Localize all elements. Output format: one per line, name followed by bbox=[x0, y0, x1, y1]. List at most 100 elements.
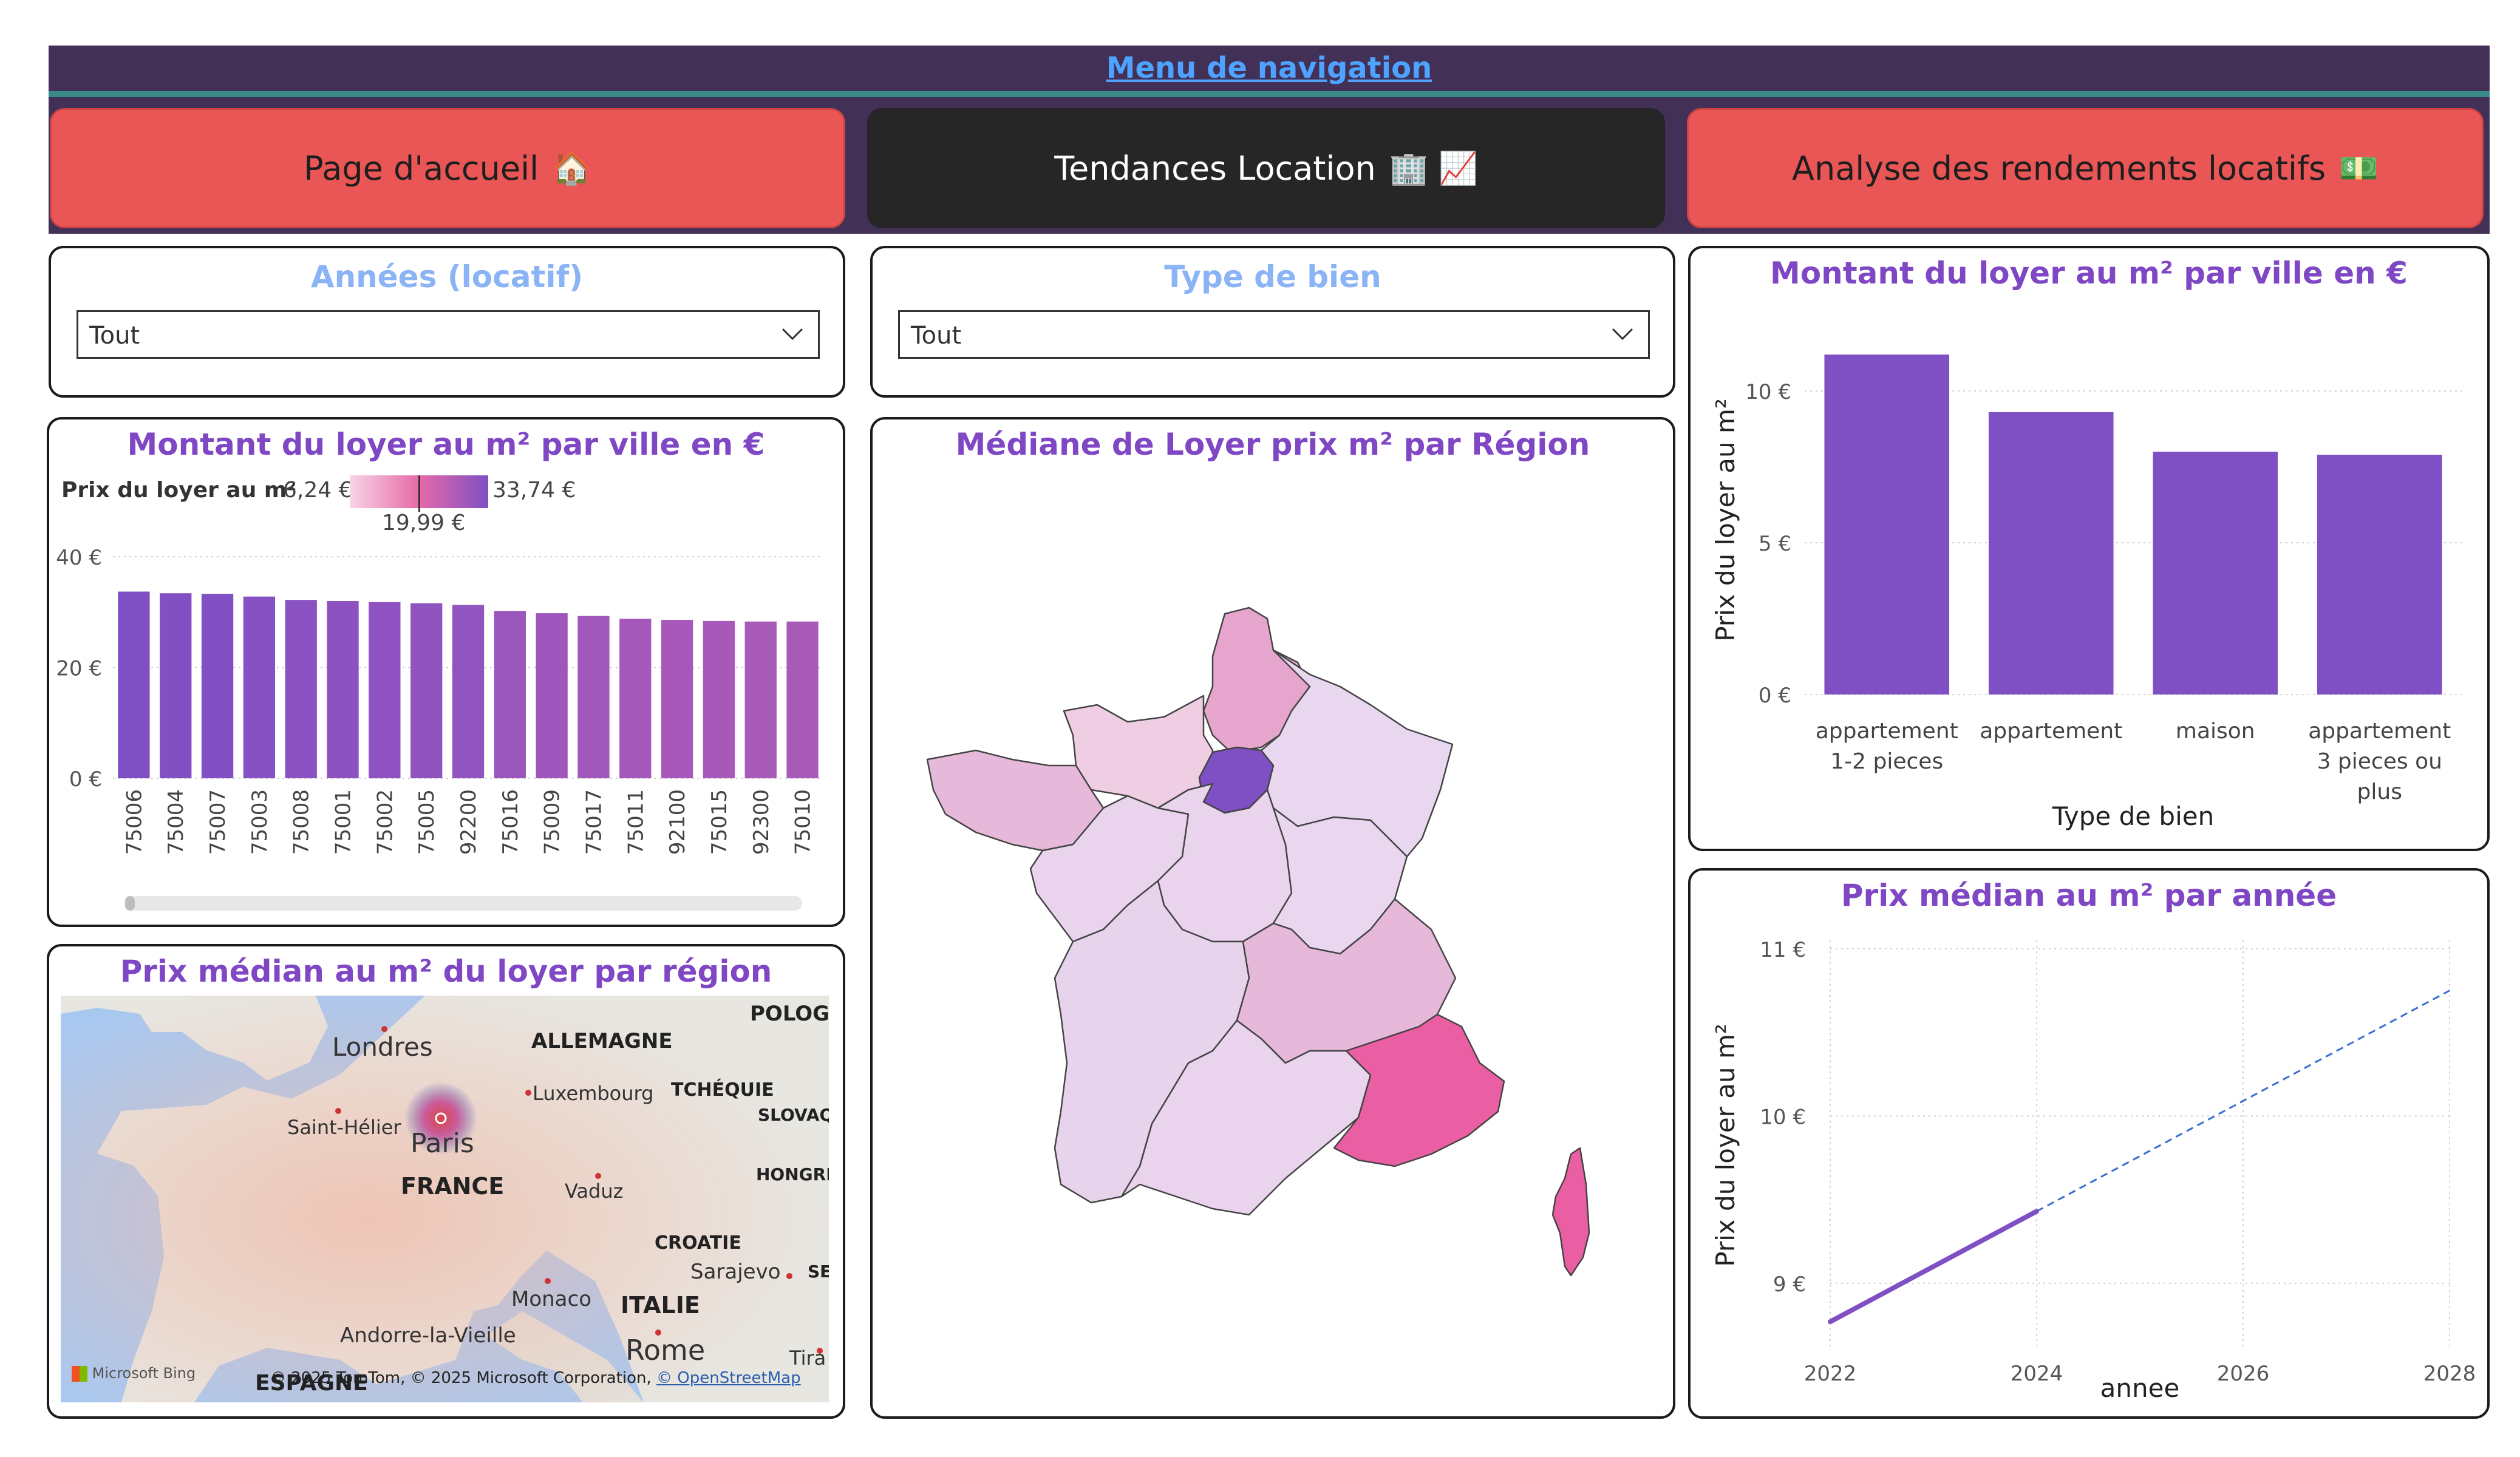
region-corse[interactable] bbox=[1551, 1147, 1590, 1277]
x-tick-label: 75002 bbox=[373, 789, 397, 855]
bar-75002[interactable] bbox=[369, 602, 401, 778]
y-tick-label: 10 € bbox=[1760, 1105, 1806, 1129]
bar-75017[interactable] bbox=[577, 616, 610, 778]
property-type-slicer: Type de bien Tout bbox=[870, 246, 1675, 398]
y-axis-title: Prix du loyer au m² bbox=[1711, 1024, 1740, 1267]
type-rent-chart-card: Montant du loyer au m² par ville en € 10… bbox=[1688, 246, 2490, 851]
x-tick-label: plus bbox=[2357, 779, 2402, 804]
scrollbar-thumb[interactable] bbox=[125, 896, 135, 911]
bing-map[interactable]: Londres ALLEMAGNE POLOGI Luxembourg TCHÉ… bbox=[61, 996, 829, 1402]
y-tick-label: 9 € bbox=[1773, 1272, 1806, 1297]
map-label: ITALIE bbox=[621, 1292, 700, 1319]
nav-title-link[interactable]: Menu de navigation bbox=[49, 46, 2490, 91]
bar-75011[interactable] bbox=[619, 619, 652, 778]
x-tick-label: 75015 bbox=[707, 789, 732, 855]
x-tick-label: 75017 bbox=[582, 789, 606, 855]
years-slicer: Années (locatif) Tout bbox=[49, 246, 845, 398]
x-tick-label: 75006 bbox=[122, 789, 146, 855]
map-label: CROATIE bbox=[655, 1232, 741, 1254]
x-tick-label: 75011 bbox=[624, 789, 648, 855]
home-page-button[interactable]: Page d'accueil 🏠 bbox=[50, 108, 845, 228]
nav-divider bbox=[49, 91, 2490, 97]
openstreetmap-link[interactable]: © OpenStreetMap bbox=[656, 1369, 801, 1387]
banknote-icon: 💵 bbox=[2339, 150, 2379, 187]
bar-75008[interactable] bbox=[285, 600, 317, 778]
type-dropdown[interactable]: Tout bbox=[898, 310, 1650, 359]
map-label: SLOVAQ bbox=[758, 1105, 829, 1125]
y-axis-title: Prix du loyer au m² bbox=[1711, 398, 1740, 642]
x-tick-label: 92200 bbox=[457, 789, 481, 855]
y-tick-label: 11 € bbox=[1760, 938, 1806, 962]
bar-92200[interactable] bbox=[452, 605, 485, 778]
map-label: Paris bbox=[410, 1128, 474, 1159]
bar-75015[interactable] bbox=[703, 620, 735, 778]
map-attribution: © 2025 TomTom, © 2025 Microsoft Corporat… bbox=[270, 1369, 801, 1387]
x-tick-label: 2026 bbox=[2217, 1362, 2270, 1386]
y-tick-label: 20 € bbox=[56, 657, 102, 681]
map-label: Rome bbox=[625, 1334, 706, 1367]
x-tick-label: 75001 bbox=[332, 789, 356, 855]
x-tick-label: 75005 bbox=[415, 789, 439, 855]
city-bar-chart: 40 € 20 € 0 € 75006 75004 75007 75003 75008 7500… bbox=[56, 546, 823, 855]
map-label: Londres bbox=[332, 1032, 433, 1062]
nav-header: Menu de navigation bbox=[49, 46, 2490, 91]
trends-button-label: Tendances Location bbox=[1054, 149, 1376, 188]
bar-maison[interactable] bbox=[2153, 452, 2278, 695]
x-tick-label: appartement bbox=[1980, 719, 2122, 744]
horizontal-scrollbar[interactable] bbox=[125, 896, 802, 911]
bar-appartement 3 pieces ou plus[interactable] bbox=[2317, 455, 2442, 695]
microsoft-bing-logo: Microsoft Bing bbox=[72, 1365, 196, 1382]
bar-92100[interactable] bbox=[661, 620, 693, 778]
chevron-down-icon bbox=[1612, 328, 1633, 341]
bar-75007[interactable] bbox=[201, 594, 234, 778]
yield-button-label: Analyse des rendements locatifs bbox=[1792, 149, 2326, 188]
bar-75006[interactable] bbox=[118, 591, 150, 778]
type-bar-chart: 10 € 5 € 0 € appartement 1-2 pieces apparteme… bbox=[1711, 355, 2462, 831]
x-tick-label: 2028 bbox=[2423, 1362, 2476, 1386]
x-tick-label: maison bbox=[2176, 719, 2255, 744]
rental-trends-button[interactable]: Tendances Location 🏢 📈 bbox=[867, 108, 1665, 228]
x-tick-label: 75008 bbox=[290, 789, 314, 855]
bar-appartement[interactable] bbox=[1988, 412, 2114, 695]
map-label: ALLEMAGNE bbox=[531, 1029, 673, 1053]
region-map-card: Médiane de Loyer prix m² par Région bbox=[870, 417, 1675, 1419]
home-button-label: Page d'accueil bbox=[304, 149, 539, 188]
map-label: Sarajevo bbox=[690, 1260, 781, 1284]
x-tick-label: 3 pieces ou bbox=[2317, 749, 2442, 774]
x-tick-label: 75010 bbox=[791, 789, 816, 855]
years-slicer-title: Années (locatif) bbox=[310, 259, 584, 294]
x-tick-label: appartement bbox=[1816, 719, 1958, 744]
bing-map-title: Prix médian au m² du loyer par région bbox=[120, 954, 772, 989]
house-icon: 🏠 bbox=[552, 150, 591, 187]
bar-appartement 1-2 pieces[interactable] bbox=[1824, 355, 1950, 695]
bar-92300[interactable] bbox=[744, 621, 777, 778]
x-tick-label: 92100 bbox=[666, 789, 690, 855]
x-tick-label: 92300 bbox=[749, 789, 774, 855]
type-dropdown-value: Tout bbox=[911, 322, 962, 350]
x-tick-label: 75003 bbox=[248, 789, 272, 855]
bar-75005[interactable] bbox=[410, 603, 443, 778]
bar-75016[interactable] bbox=[494, 611, 526, 778]
years-dropdown[interactable]: Tout bbox=[77, 310, 820, 359]
rental-yield-analysis-button[interactable]: Analyse des rendements locatifs 💵 bbox=[1687, 108, 2484, 228]
bar-75003[interactable] bbox=[243, 596, 276, 778]
bar-75004[interactable] bbox=[160, 593, 192, 778]
x-axis-title: annee bbox=[2100, 1373, 2180, 1403]
map-label: TCHÉQUIE bbox=[671, 1079, 774, 1101]
france-region-map bbox=[926, 606, 1590, 1277]
map-label: SE bbox=[808, 1262, 829, 1282]
median-price-line[interactable] bbox=[1828, 1209, 2039, 1325]
bar-75010[interactable] bbox=[786, 621, 819, 778]
y-tick-label: 0 € bbox=[1759, 684, 1791, 708]
bar-75001[interactable] bbox=[327, 601, 359, 778]
map-label: HONGRI bbox=[756, 1164, 829, 1184]
map-label: Saint-Hélier bbox=[287, 1116, 401, 1139]
y-tick-label: 40 € bbox=[56, 546, 102, 570]
map-label: FRANCE bbox=[401, 1173, 505, 1200]
bar-75009[interactable] bbox=[536, 613, 568, 778]
year-price-chart-card: Prix médian au m² par année 11 €10 €9 €2… bbox=[1688, 868, 2490, 1419]
x-tick-label: 75009 bbox=[540, 789, 565, 855]
x-axis-title: Type de bien bbox=[2052, 801, 2214, 831]
x-tick-label: 75016 bbox=[499, 789, 523, 855]
y-tick-label: 10 € bbox=[1745, 380, 1791, 404]
